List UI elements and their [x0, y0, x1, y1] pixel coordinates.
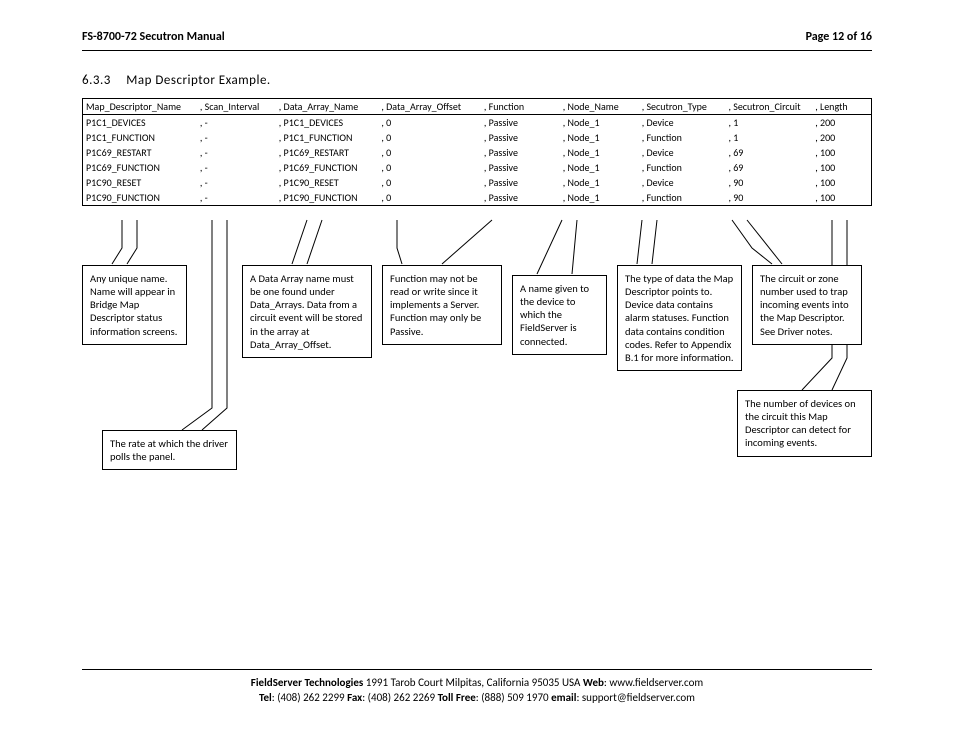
- section-title-text: Map Descriptor Example.: [126, 73, 270, 88]
- col-node-name: , Node_Name: [560, 99, 639, 115]
- callout-scan-interval: The rate at which the driver polls the p…: [102, 430, 237, 470]
- footer-tollfree-label: Toll Free: [438, 691, 476, 704]
- callout-secutron-circuit: The circuit or zone number used to trap …: [752, 265, 862, 345]
- col-function: , Function: [481, 99, 560, 115]
- footer-address: 1991 Tarob Court Milpitas, California 95…: [363, 676, 583, 689]
- footer-web-label: Web: [583, 676, 604, 689]
- callout-node-name: A name given to the device to which the …: [512, 275, 607, 355]
- footer-fax-label: Fax: [347, 691, 362, 704]
- table-header-row: Map_Descriptor_Name , Scan_Interval , Da…: [83, 99, 872, 115]
- callouts-layer: Any unique name. Name will appear in Bri…: [82, 220, 872, 480]
- callout-length: The number of devices on the circuit thi…: [737, 390, 872, 457]
- col-secutron-type: , Secutron_Type: [639, 99, 726, 115]
- table-row: P1C90_FUNCTION, -, P1C90_FUNCTION, 0, Pa…: [83, 190, 872, 206]
- footer-company: FieldServer Technologies: [251, 676, 364, 689]
- table-body: P1C1_DEVICES, -, P1C1_DEVICES, 0, Passiv…: [83, 115, 872, 206]
- col-data-array-name: , Data_Array_Name: [276, 99, 379, 115]
- section-heading: 6.3.3 Map Descriptor Example.: [82, 73, 872, 88]
- col-length: , Length: [812, 99, 871, 115]
- table-row: P1C69_FUNCTION, -, P1C69_FUNCTION, 0, Pa…: [83, 160, 872, 175]
- footer-email-value: : support@fieldserver.com: [576, 691, 695, 704]
- footer-tel-value: : (408) 262 2299: [272, 691, 347, 704]
- footer-tel-label: Tel: [259, 691, 272, 704]
- page-footer: FieldServer Technologies 1991 Tarob Cour…: [82, 669, 872, 706]
- page-header: FS-8700-72 Secutron Manual Page 12 of 16: [82, 30, 872, 51]
- table-row: P1C1_FUNCTION, -, P1C1_FUNCTION, 0, Pass…: [83, 130, 872, 145]
- section-number: 6.3.3: [82, 73, 111, 88]
- table-row: P1C1_DEVICES, -, P1C1_DEVICES, 0, Passiv…: [83, 115, 872, 131]
- page-body: FS-8700-72 Secutron Manual Page 12 of 16…: [82, 30, 872, 206]
- doc-title: FS-8700-72 Secutron Manual: [82, 30, 225, 44]
- col-scan-interval: , Scan_Interval: [197, 99, 276, 115]
- footer-email-label: email: [551, 691, 576, 704]
- col-map-descriptor-name: Map_Descriptor_Name: [83, 99, 197, 115]
- map-descriptor-table: Map_Descriptor_Name , Scan_Interval , Da…: [82, 98, 872, 206]
- callout-function: Function may not be read or write since …: [382, 265, 502, 345]
- footer-fax-value: : (408) 262 2269: [362, 691, 437, 704]
- callout-secutron-type: The type of data the Map Descriptor poin…: [617, 265, 742, 371]
- callout-map-descriptor-name: Any unique name. Name will appear in Bri…: [82, 265, 187, 345]
- col-data-array-offset: , Data_Array_Offset: [378, 99, 481, 115]
- footer-web-value: : www.fieldserver.com: [604, 676, 703, 689]
- callout-data-array: A Data Array name must be one found unde…: [242, 265, 372, 358]
- footer-line-1: FieldServer Technologies 1991 Tarob Cour…: [82, 676, 872, 691]
- table-row: P1C69_RESTART, -, P1C69_RESTART, 0, Pass…: [83, 145, 872, 160]
- footer-tollfree-value: : (888) 509 1970: [476, 691, 551, 704]
- col-secutron-circuit: , Secutron_Circuit: [725, 99, 812, 115]
- table-row: P1C90_RESET, -, P1C90_RESET, 0, Passive,…: [83, 175, 872, 190]
- footer-line-2: Tel: (408) 262 2299 Fax: (408) 262 2269 …: [82, 691, 872, 706]
- page-number: Page 12 of 16: [806, 30, 872, 44]
